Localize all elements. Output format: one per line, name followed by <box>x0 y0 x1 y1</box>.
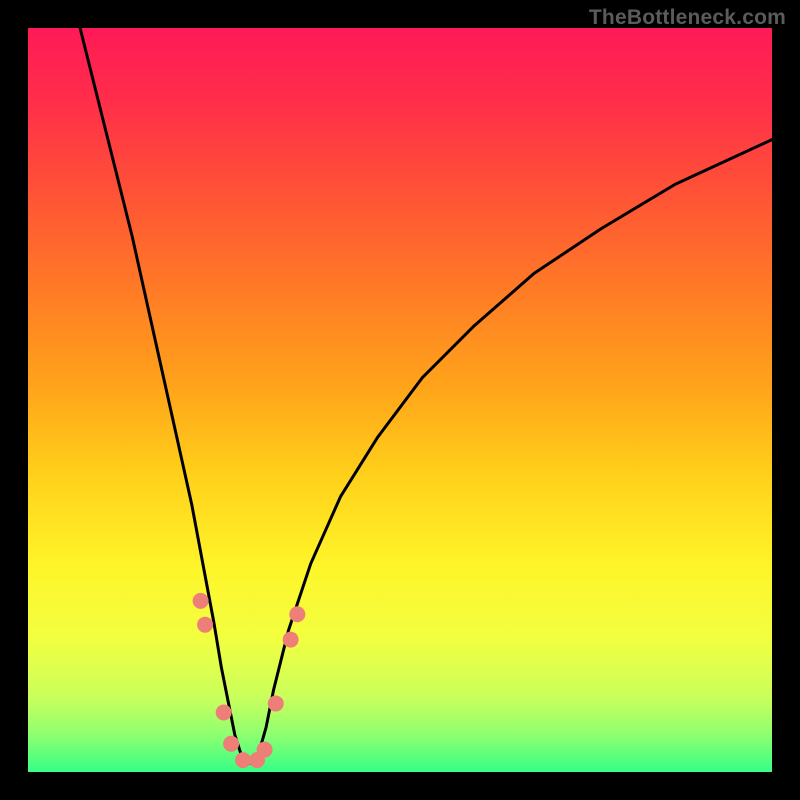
data-marker <box>223 736 239 752</box>
data-marker <box>257 742 273 758</box>
outer-frame: TheBottleneck.com <box>0 0 800 800</box>
data-marker <box>193 593 209 609</box>
chart-svg <box>28 28 772 772</box>
plot-area <box>28 28 772 772</box>
watermark-text: TheBottleneck.com <box>589 6 786 30</box>
data-marker <box>216 704 232 720</box>
data-marker <box>283 632 299 648</box>
data-marker <box>235 752 251 768</box>
data-marker <box>268 696 284 712</box>
data-marker <box>197 617 213 633</box>
data-marker <box>289 606 305 622</box>
gradient-background <box>28 28 772 772</box>
